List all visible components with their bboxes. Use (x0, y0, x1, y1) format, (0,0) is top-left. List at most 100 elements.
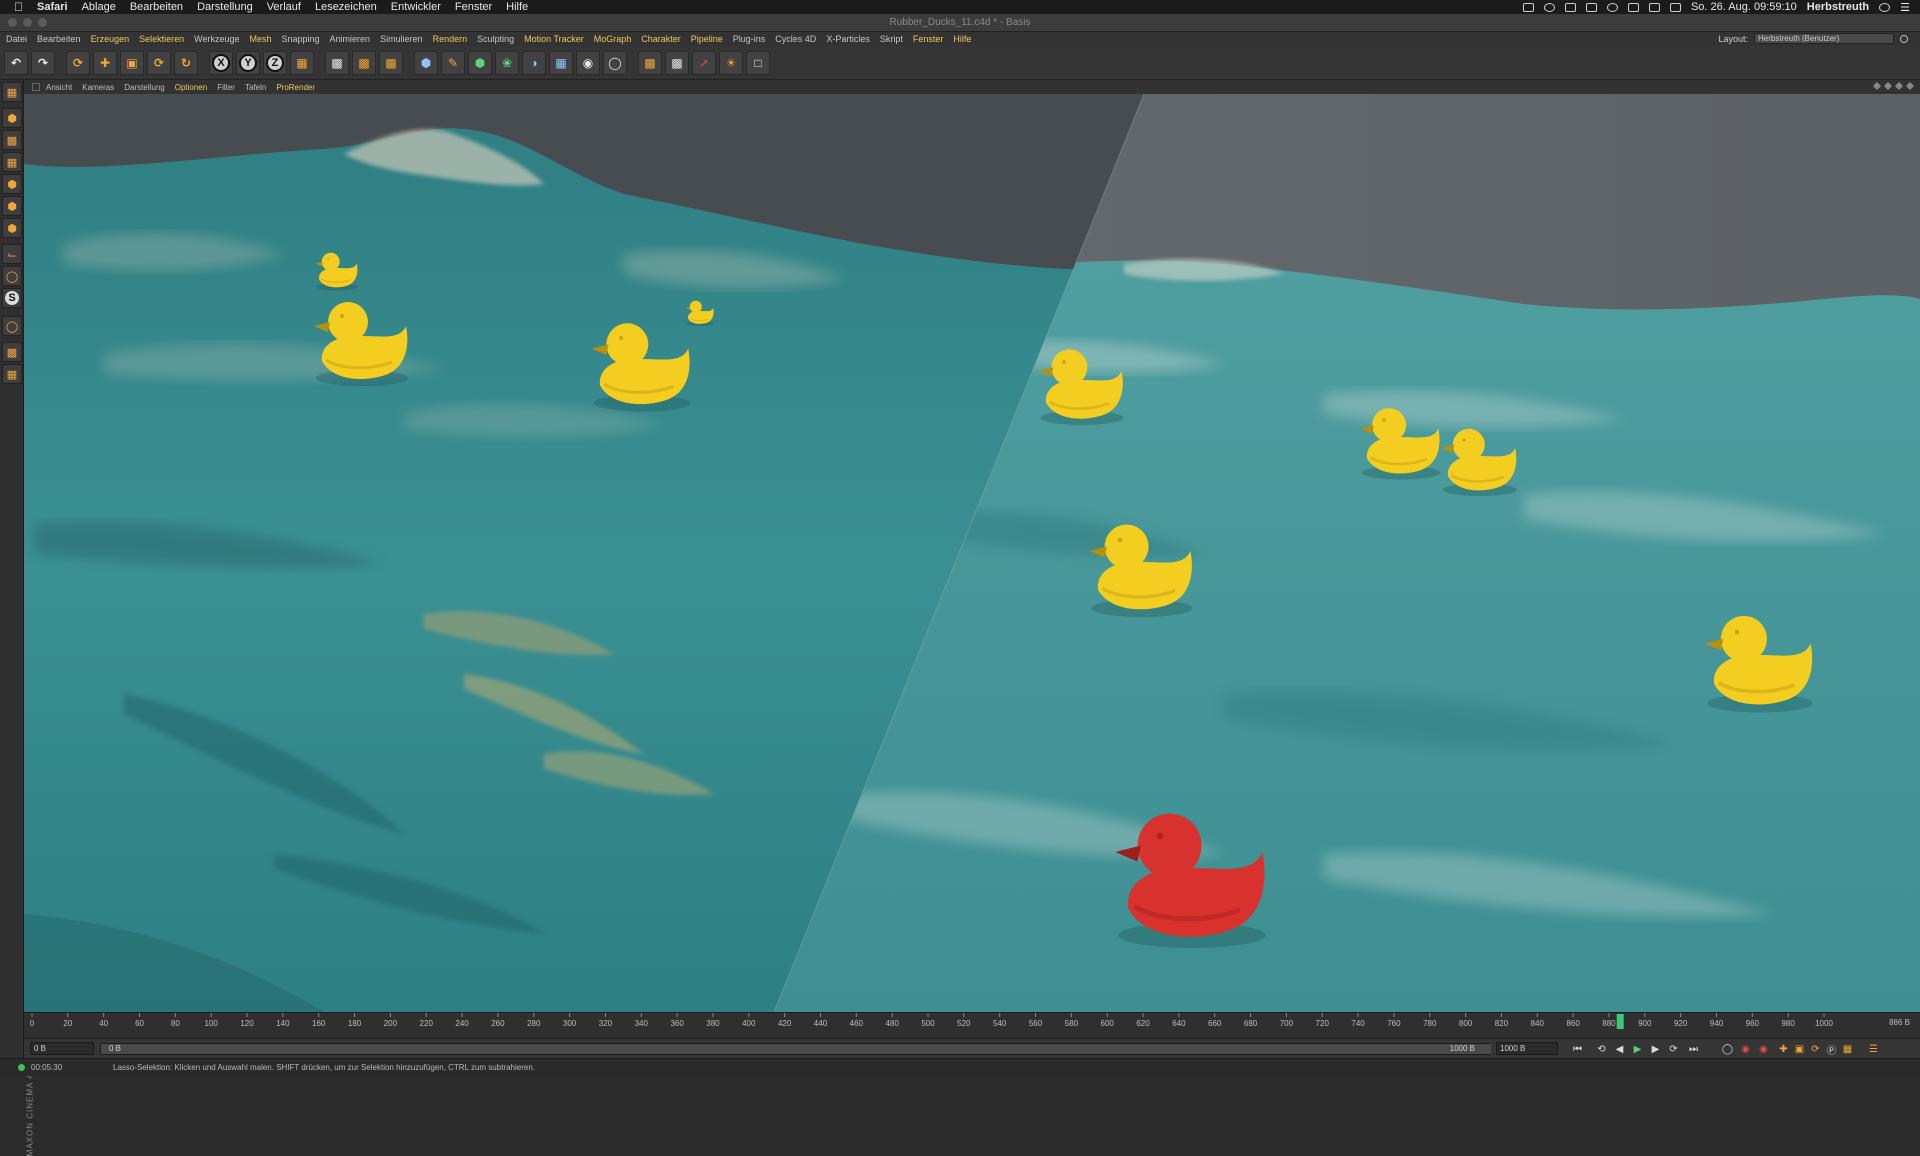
search-icon[interactable] (1879, 2, 1891, 12)
bluetooth-icon[interactable] (1627, 2, 1639, 12)
c4d-menu-simulieren[interactable]: Simulieren (380, 34, 423, 44)
viewport-rotate-icon[interactable] (1895, 82, 1903, 90)
mac-app-name[interactable]: Safari (37, 1, 68, 13)
make-editable-button[interactable]: ▦ (2, 82, 22, 102)
viewport-zoom-icon[interactable] (1884, 82, 1892, 90)
wifi-icon[interactable] (1648, 2, 1660, 12)
c4d-menu-animieren[interactable]: Animieren (330, 34, 371, 44)
c4d-menu-charakter[interactable]: Charakter (641, 34, 681, 44)
render-view-button[interactable]: ▩ (325, 50, 349, 75)
c4d-menu-erzeugen[interactable]: Erzeugen (91, 34, 130, 44)
tweak-mode-button[interactable]: ◯ (2, 266, 22, 286)
axis-z-button[interactable]: Z (263, 50, 287, 75)
notification-center-icon[interactable]: ☰ (1900, 1, 1910, 14)
c4d-menu-werkzeuge[interactable]: Werkzeuge (194, 34, 239, 44)
viewport-menu-prorender[interactable]: ProRender (276, 83, 315, 92)
mac-menu-entwickler[interactable]: Entwickler (391, 1, 441, 13)
prorender-button[interactable]: ➚ (692, 50, 716, 75)
mac-menu-verlauf[interactable]: Verlauf (267, 1, 301, 13)
points-mode-button[interactable]: ⬢ (2, 174, 22, 194)
mac-menu-darstellung[interactable]: Darstellung (197, 1, 253, 13)
record-active-button[interactable]: ◉ (1738, 1042, 1753, 1056)
key-parameter-button[interactable]: Ⓟ (1824, 1042, 1839, 1057)
scheme-menu-button[interactable]: ☰ (1866, 1042, 1881, 1056)
viewport-menu-filter[interactable]: Filter (217, 83, 235, 92)
mac-menu-ablage[interactable]: Ablage (82, 1, 116, 13)
axis-mode-button[interactable]: ⌙ (2, 244, 22, 264)
timeline-playhead[interactable] (1616, 1014, 1624, 1029)
model-mode-button[interactable]: ⬢ (2, 108, 22, 128)
undo-button[interactable]: ↶ (4, 50, 28, 75)
c4d-menu-skript[interactable]: Skript (880, 34, 903, 44)
battery-icon[interactable] (1585, 2, 1597, 12)
planar-workplane-button[interactable]: ▦ (2, 364, 22, 384)
c4d-menu-fenster[interactable]: Fenster (913, 34, 944, 44)
preview-range-thumb[interactable] (101, 1044, 1491, 1054)
c4d-menu-sculpting[interactable]: Sculpting (477, 34, 514, 44)
c4d-menu-cycles-4d[interactable]: Cycles 4D (775, 34, 816, 44)
c4d-menu-bearbeiten[interactable]: Bearbeiten (37, 34, 81, 44)
c4d-menu-hilfe[interactable]: Hilfe (953, 34, 971, 44)
c4d-menu-motion-tracker[interactable]: Motion Tracker (524, 34, 584, 44)
key-pla-button[interactable]: ▦ (1840, 1042, 1855, 1056)
go-to-next-key-button[interactable]: ⟳ (1666, 1042, 1681, 1056)
axis-x-button[interactable]: X (209, 50, 233, 75)
command-search-icon[interactable] (1900, 34, 1908, 43)
viewport-maximize-icon[interactable] (1906, 82, 1914, 90)
mac-datetime[interactable]: So. 26. Aug. 09:59:10 (1691, 1, 1797, 13)
go-to-start-button[interactable]: ⏮ (1570, 1042, 1585, 1056)
c4d-menu-mesh[interactable]: Mesh (249, 34, 271, 44)
move-button[interactable]: ✚ (93, 50, 117, 75)
deformer-button[interactable]: ◑ (522, 50, 546, 75)
axis-y-button[interactable]: Y (236, 50, 260, 75)
light-button[interactable]: ◯ (603, 50, 627, 75)
viewport-menu-optionen[interactable]: Optionen (175, 83, 207, 92)
c4d-menu-mograph[interactable]: MoGraph (594, 34, 632, 44)
next-frame-button[interactable]: ▶ (1648, 1042, 1663, 1056)
go-to-previous-key-button[interactable]: ⟲ (1594, 1042, 1609, 1056)
key-position-button[interactable]: ✚ (1776, 1042, 1791, 1056)
polygons-mode-button[interactable]: ⬢ (2, 218, 22, 238)
recent-tool-button[interactable]: ↻ (174, 50, 198, 75)
camera-button[interactable]: ◉ (576, 50, 600, 75)
apple-icon[interactable]:  (14, 0, 23, 14)
max-frame-field[interactable]: 1000 B (1496, 1042, 1558, 1055)
redo-button[interactable]: ↷ (31, 50, 55, 75)
mac-menu-lesezeichen[interactable]: Lesezeichen (315, 1, 377, 13)
volume-icon[interactable] (1669, 2, 1681, 12)
workplane-mode-button[interactable]: ▦ (2, 152, 22, 172)
timeline[interactable]: 0 20 40 60 80 100 120 140 160 180 200 220 240 260 280 3… (24, 1012, 1920, 1038)
lock-workplane-button[interactable]: ▩ (2, 342, 22, 362)
viewport-3d[interactable] (24, 94, 1920, 1012)
play-button[interactable]: ▶ (1630, 1042, 1645, 1056)
mac-user[interactable]: Herbstreuth (1807, 1, 1869, 13)
pen-button[interactable]: ✎ (441, 50, 465, 75)
render-picture-viewer-button[interactable]: ▩ (352, 50, 376, 75)
c4d-menu-x-particles[interactable]: X-Particles (826, 34, 870, 44)
mac-menu-hilfe[interactable]: Hilfe (506, 1, 528, 13)
scale-button[interactable]: ▣ (120, 50, 144, 75)
c4d-menu-snapping[interactable]: Snapping (282, 34, 320, 44)
render-queue-button[interactable]: ▩ (638, 50, 662, 75)
edit-render-settings-button[interactable]: ▩ (379, 50, 403, 75)
floor-button[interactable]: ▦ (549, 50, 573, 75)
record-keys-button[interactable]: ◯ (1720, 1042, 1735, 1056)
cinema4d-command-button[interactable]: ▩ (665, 50, 689, 75)
layer-button[interactable]: □ (746, 50, 770, 75)
c4d-menu-pipeline[interactable]: Pipeline (691, 34, 723, 44)
rotate-button[interactable]: ⟳ (147, 50, 171, 75)
viewport-menu-darstellung[interactable]: Darstellung (124, 83, 164, 92)
mac-menu-bearbeiten[interactable]: Bearbeiten (130, 1, 183, 13)
viewport-menu-kameras[interactable]: Kameras (82, 83, 114, 92)
mac-menu-fenster[interactable]: Fenster (455, 1, 492, 13)
viewport-move-icon[interactable] (1873, 82, 1881, 90)
creative-cloud-icon[interactable] (1543, 2, 1555, 12)
c4d-menu-datei[interactable]: Datei (6, 34, 27, 44)
live-selection-button[interactable]: ⟳ (66, 50, 90, 75)
timeline-ruler[interactable]: 0 20 40 60 80 100 120 140 160 180 200 220 240 260 280 3… (24, 1013, 1920, 1031)
layout-select[interactable]: Herbstreuth (Benutzer) (1754, 33, 1894, 44)
sun-button[interactable]: ☀ (719, 50, 743, 75)
c4d-menu-plug-ins[interactable]: Plug-ins (733, 34, 766, 44)
edges-mode-button[interactable]: ⬢ (2, 196, 22, 216)
dropbox-icon[interactable] (1522, 2, 1534, 12)
